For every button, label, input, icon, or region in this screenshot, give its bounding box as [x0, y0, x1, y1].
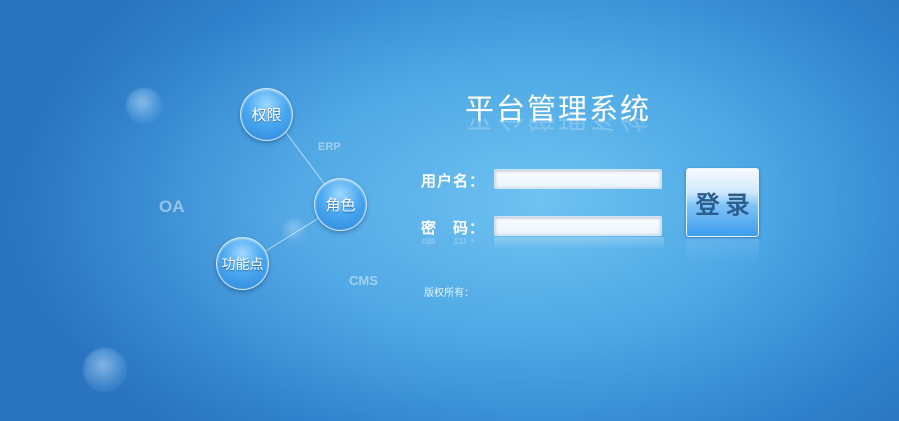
password-input-reflection [494, 237, 664, 249]
erp-label: ERP [318, 141, 341, 153]
password-input[interactable] [494, 216, 662, 236]
login-button[interactable]: 登录 [686, 168, 759, 237]
password-label-reflection-text: 密 码： [421, 238, 485, 246]
role-node-label: 角色 [325, 196, 356, 214]
copyright-text: 版权所有： [424, 288, 474, 299]
oa-label: OA [159, 197, 185, 216]
permission-node-label: 权限 [251, 106, 282, 124]
cms-label: CMS [349, 273, 378, 288]
login-button-label: 登录 [695, 191, 756, 219]
permission-node: 权限 [240, 88, 293, 141]
username-input[interactable] [494, 169, 662, 189]
page-title-reflection: 平台管理系统 [458, 118, 658, 140]
password-label: 密 码： [421, 219, 486, 237]
diagram-connectors [263, 129, 327, 253]
username-label: 用户名： [421, 172, 486, 190]
role-node: 角色 [314, 178, 367, 231]
function-point-node-label: 功能点 [221, 256, 264, 273]
password-label-reflection: 密 码： [421, 238, 485, 248]
login-button-reflection [686, 238, 759, 264]
page-title-reflection-text: 平台管理系统 [465, 118, 651, 134]
function-point-node: 功能点 [216, 237, 269, 290]
